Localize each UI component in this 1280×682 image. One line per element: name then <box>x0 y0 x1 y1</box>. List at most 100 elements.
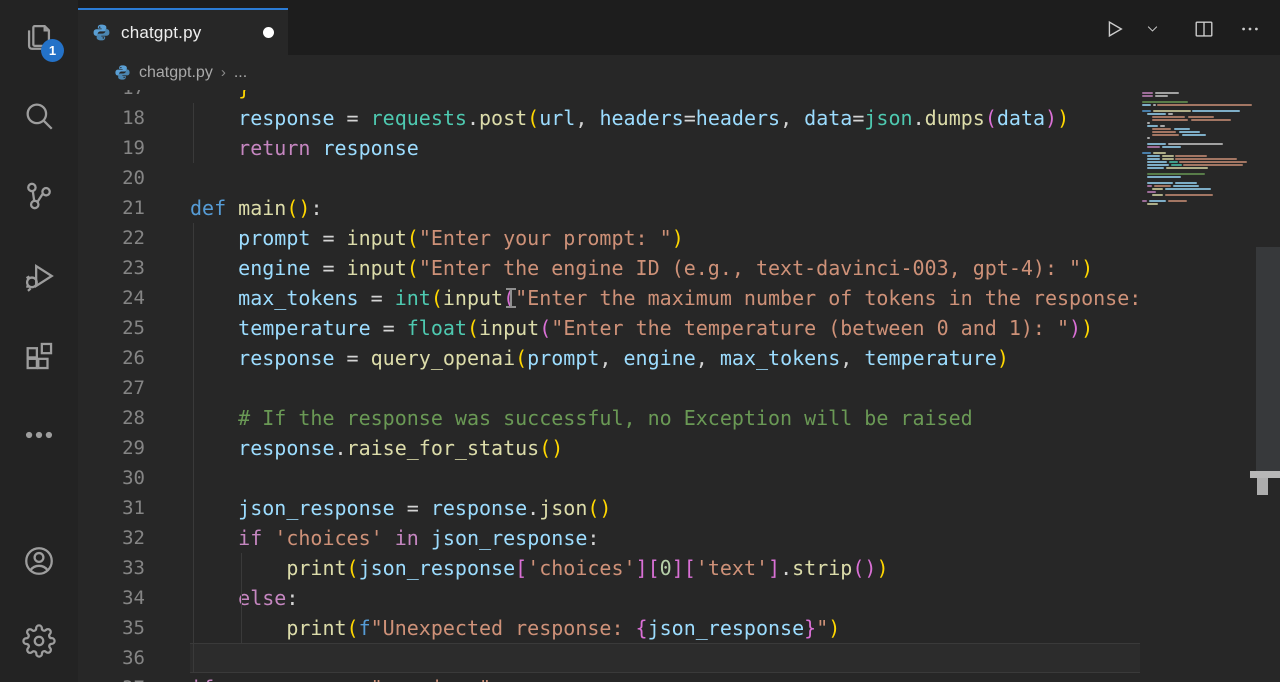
line-number: 22 <box>78 223 190 253</box>
editor-group: chatgpt.py cha <box>78 0 1280 682</box>
minimap-row <box>1142 119 1256 121</box>
minimap-row <box>1142 110 1256 112</box>
sidebar-item-extensions[interactable] <box>0 326 78 390</box>
line-number: 26 <box>78 343 190 373</box>
code-editor[interactable]: 17 }18 response = requests.post(url, hea… <box>78 90 1280 682</box>
minimap-row <box>1142 122 1256 124</box>
code-line[interactable]: 29 response.raise_for_status() <box>78 433 1140 463</box>
minimap-row <box>1142 188 1256 190</box>
breadcrumb-separator: › <box>221 64 226 81</box>
breadcrumb-file[interactable]: chatgpt.py <box>139 64 213 82</box>
line-number: 30 <box>78 463 190 493</box>
run-dropdown-button[interactable] <box>1136 15 1168 47</box>
minimap-row <box>1142 197 1256 199</box>
sidebar-item-explorer[interactable]: 1 <box>0 6 78 70</box>
code-line[interactable]: 17 } <box>78 90 1140 103</box>
line-number: 32 <box>78 523 190 553</box>
vscode-window: 1 <box>0 0 1280 682</box>
debug-play-bug-icon <box>22 259 56 298</box>
code-line[interactable]: 25 temperature = float(input("Enter the … <box>78 313 1140 343</box>
code-line[interactable]: 24 max_tokens = int(input("Enter the max… <box>78 283 1140 313</box>
code-line-content: print(json_response['choices'][0]['text'… <box>190 553 1140 583</box>
sidebar-item-settings[interactable] <box>0 611 78 675</box>
split-editor-button[interactable] <box>1188 15 1220 47</box>
code-line[interactable]: 23 engine = input("Enter the engine ID (… <box>78 253 1140 283</box>
line-number: 27 <box>78 373 190 403</box>
tab-label: chatgpt.py <box>121 23 201 43</box>
code-line-content <box>190 463 1140 493</box>
breadcrumb-more[interactable]: ... <box>234 64 247 82</box>
code-line[interactable]: 22 prompt = input("Enter your prompt: ") <box>78 223 1140 253</box>
minimap-row <box>1142 191 1256 193</box>
split-editor-icon <box>1193 18 1215 45</box>
code-line[interactable]: 36 <box>78 643 1140 673</box>
minimap-row <box>1142 170 1256 172</box>
code-line-content: def main(): <box>190 193 1140 223</box>
indent-guide <box>193 103 194 163</box>
line-number: 19 <box>78 133 190 163</box>
code-line[interactable]: 18 response = requests.post(url, headers… <box>78 103 1140 133</box>
line-number: 31 <box>78 493 190 523</box>
sidebar-item-source-control[interactable] <box>0 166 78 230</box>
line-number: 24 <box>78 283 190 313</box>
ellipsis-icon <box>22 418 56 457</box>
minimap-row <box>1142 155 1256 157</box>
code-line[interactable]: 27 <box>78 373 1140 403</box>
code-line[interactable]: 20 <box>78 163 1140 193</box>
text-cursor-pointer <box>505 288 517 308</box>
minimap-row <box>1142 176 1256 178</box>
code-line-content: return response <box>190 133 1140 163</box>
extensions-icon <box>22 339 56 378</box>
code-line[interactable]: 34 else: <box>78 583 1140 613</box>
line-number: 25 <box>78 313 190 343</box>
code-line-content: } <box>190 90 1140 103</box>
sidebar-item-more-views[interactable] <box>0 405 78 469</box>
explorer-badge: 1 <box>41 39 64 62</box>
minimap-row <box>1142 131 1256 133</box>
code-lines: 17 }18 response = requests.post(url, hea… <box>78 90 1140 682</box>
line-number: 21 <box>78 193 190 223</box>
code-line[interactable]: 35 print(f"Unexpected response: {json_re… <box>78 613 1140 643</box>
tab-chatgpt-py[interactable]: chatgpt.py <box>78 8 288 55</box>
line-number: 28 <box>78 403 190 433</box>
line-number: 18 <box>78 103 190 133</box>
minimap-row <box>1142 161 1256 163</box>
minimap-row <box>1142 104 1256 106</box>
line-number: 35 <box>78 613 190 643</box>
line-number: 29 <box>78 433 190 463</box>
line-number: 17 <box>78 90 190 103</box>
more-actions-button[interactable] <box>1234 15 1266 47</box>
code-line-content: response.raise_for_status() <box>190 433 1140 463</box>
code-line[interactable]: 21def main(): <box>78 193 1140 223</box>
tab-modified-indicator[interactable] <box>263 27 274 38</box>
code-line[interactable]: 37if __name__ == "__main__": <box>78 673 1140 682</box>
code-line[interactable]: 28 # If the response was successful, no … <box>78 403 1140 433</box>
code-line[interactable]: 19 return response <box>78 133 1140 163</box>
sidebar-item-account[interactable] <box>0 531 78 595</box>
code-line[interactable]: 32 if 'choices' in json_response: <box>78 523 1140 553</box>
sidebar-item-run-debug[interactable] <box>0 246 78 310</box>
minimap-row <box>1142 101 1256 103</box>
account-icon <box>22 544 56 583</box>
sidebar-item-search[interactable] <box>0 86 78 150</box>
code-line-content: response = query_openai(prompt, engine, … <box>190 343 1140 373</box>
minimap-row <box>1142 116 1256 118</box>
minimap-row <box>1142 143 1256 145</box>
minimap[interactable] <box>1142 92 1256 206</box>
code-line-content: else: <box>190 583 1140 613</box>
minimap-row <box>1142 137 1256 139</box>
code-line[interactable]: 33 print(json_response['choices'][0]['te… <box>78 553 1140 583</box>
code-line[interactable]: 26 response = query_openai(prompt, engin… <box>78 343 1140 373</box>
minimap-row <box>1142 107 1256 109</box>
code-line-content: json_response = response.json() <box>190 493 1140 523</box>
vertical-scrollbar[interactable] <box>1256 247 1280 478</box>
minimap-row <box>1142 185 1256 187</box>
run-button[interactable] <box>1098 15 1130 47</box>
minimap-row <box>1142 152 1256 154</box>
editor-actions <box>1098 15 1280 55</box>
code-line-content: response = requests.post(url, headers=he… <box>190 103 1140 133</box>
minimap-row <box>1142 95 1256 97</box>
code-line[interactable]: 30 <box>78 463 1140 493</box>
line-number: 36 <box>78 643 190 673</box>
code-line[interactable]: 31 json_response = response.json() <box>78 493 1140 523</box>
